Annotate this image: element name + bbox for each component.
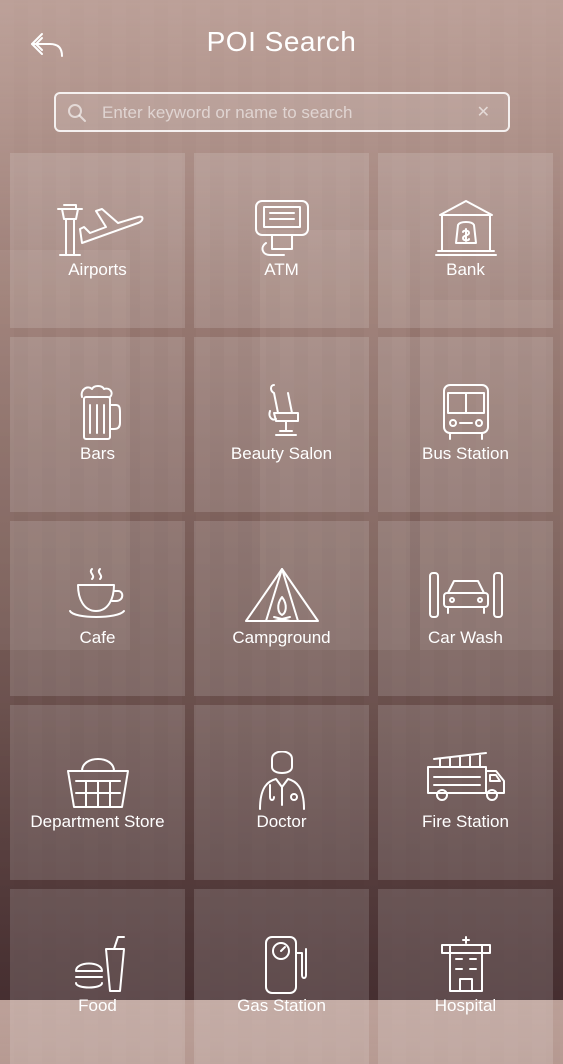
category-tile-doctor[interactable]: Doctor <box>194 705 369 880</box>
category-tile-hospital[interactable]: Hospital <box>378 889 553 1064</box>
category-tile-food[interactable]: Food <box>10 889 185 1064</box>
clear-search-icon[interactable]: ✕ <box>477 102 490 121</box>
category-tile-atm[interactable]: ATM <box>194 153 369 328</box>
category-tile-airports[interactable]: Airports <box>10 153 185 328</box>
category-label: Campground <box>232 628 331 647</box>
bank-icon <box>434 200 497 256</box>
category-tile-bank[interactable]: Bank <box>378 153 553 328</box>
category-label: Bank <box>446 260 485 279</box>
bus-icon <box>442 384 489 440</box>
category-label: Beauty Salon <box>230 444 333 463</box>
beer-mug-icon <box>80 385 121 440</box>
category-label: Hospital <box>434 996 497 1015</box>
search-icon <box>68 104 86 122</box>
search-bar[interactable]: ✕ <box>54 92 510 132</box>
shopping-basket-icon <box>66 758 129 808</box>
category-tile-beauty-salon[interactable]: Beauty Salon <box>194 337 369 512</box>
category-label: Cafe <box>79 628 116 647</box>
hospital-icon <box>440 936 491 992</box>
category-label: Bars <box>80 444 115 463</box>
category-label: Department Store <box>30 812 165 831</box>
category-label: Airports <box>68 260 127 279</box>
category-label: Car Wash <box>428 628 503 647</box>
coffee-cup-icon <box>68 568 125 618</box>
category-label: Food <box>78 996 117 1015</box>
category-tile-department-store[interactable]: Department Store <box>10 705 185 880</box>
category-tile-bars[interactable]: Bars <box>10 337 185 512</box>
category-label: Doctor <box>256 812 307 831</box>
airport-icon <box>56 204 143 256</box>
doctor-icon <box>258 751 305 810</box>
category-tile-car-wash[interactable]: Car Wash <box>378 521 553 696</box>
category-tile-cafe[interactable]: Cafe <box>10 521 185 696</box>
gas-pump-icon <box>264 936 307 994</box>
page-title: POI Search <box>206 26 357 57</box>
burger-drink-icon <box>74 936 125 992</box>
top-bar: POI Search <box>0 0 563 92</box>
fire-truck-icon <box>426 752 505 801</box>
category-label: Fire Station <box>422 812 509 831</box>
category-label: Gas Station <box>237 996 326 1015</box>
category-tile-campground[interactable]: Campground <box>194 521 369 696</box>
category-tile-fire-station[interactable]: Fire Station <box>378 705 553 880</box>
atm-icon <box>254 200 309 256</box>
tent-icon <box>244 568 319 622</box>
category-label: Bus Station <box>422 444 509 463</box>
category-tile-gas-station[interactable]: Gas Station <box>194 889 369 1064</box>
search-input[interactable] <box>100 94 464 132</box>
car-wash-icon <box>428 572 503 618</box>
category-tile-bus-station[interactable]: Bus Station <box>378 337 553 512</box>
category-label: ATM <box>264 260 299 279</box>
salon-chair-icon <box>268 384 299 436</box>
